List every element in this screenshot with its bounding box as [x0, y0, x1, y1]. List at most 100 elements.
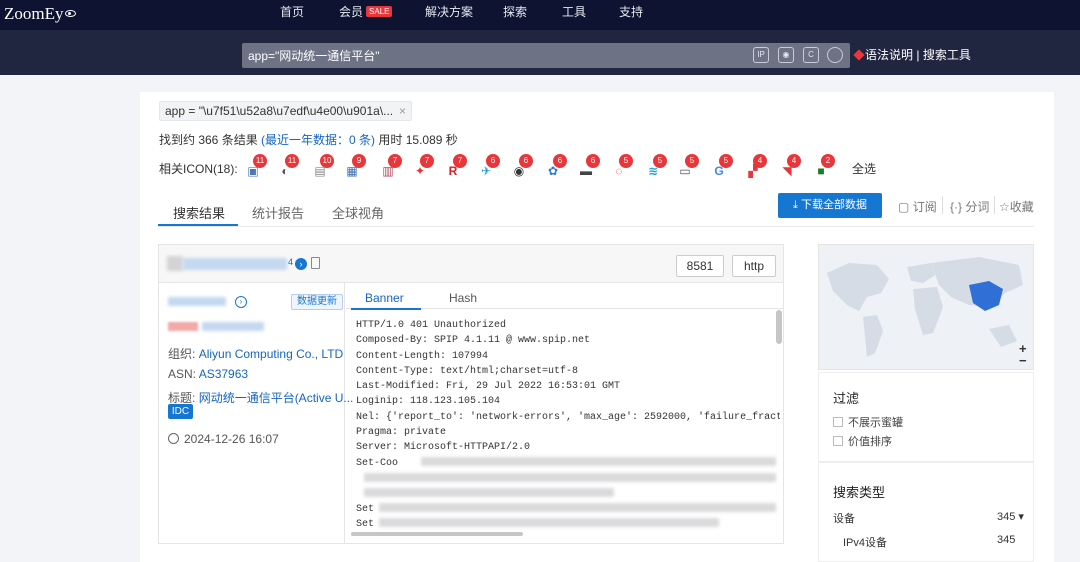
related-icon[interactable]: ◉ 6: [512, 154, 533, 178]
detail-tab-indicator: [351, 308, 421, 310]
banner-line: HTTP/1.0 401 Unauthorized: [356, 320, 507, 331]
query-tag[interactable]: app = "\u7f51\u52a8\u7edf\u4e00\u901a\..…: [159, 101, 412, 121]
tab-divider: [158, 226, 1034, 227]
icon-count-badge: 4: [753, 154, 767, 168]
world-map[interactable]: + −: [818, 244, 1034, 370]
search-icon[interactable]: [827, 47, 843, 63]
icon-count-badge: 11: [253, 154, 267, 168]
recent-year-link[interactable]: (最近一年数据：0 条): [261, 133, 375, 147]
related-icon[interactable]: ✿ 6: [546, 154, 567, 178]
banner-horizontal-scrollbar[interactable]: [351, 532, 523, 536]
copy-icon[interactable]: [311, 257, 320, 269]
segment-button[interactable]: {·} 分词: [950, 198, 989, 215]
redacted-cookie: [379, 503, 776, 512]
device-label[interactable]: 设备: [833, 510, 855, 526]
related-icon[interactable]: ▤ 10: [313, 154, 334, 178]
jump-icon[interactable]: ›: [295, 258, 307, 270]
related-icon[interactable]: ▭ 5: [678, 154, 699, 178]
redacted-ip[interactable]: [168, 297, 226, 306]
banner-line: Composed-By: SPIP 4.1.11 @ www.spip.net: [356, 335, 591, 347]
related-icon[interactable]: ▬ 6: [579, 154, 600, 178]
org-link[interactable]: Aliyun Computing Co., LTD: [199, 347, 344, 361]
title-link[interactable]: 网动统一通信平台(Active U...: [199, 391, 354, 405]
banner-vertical-scrollbar[interactable]: [776, 310, 782, 344]
subscribe-button[interactable]: ▢ 订阅: [898, 198, 937, 215]
ipv4-device-label[interactable]: IPv4设备: [843, 534, 887, 550]
syntax-link[interactable]: 语法说明: [865, 48, 913, 62]
ipv4-device-count: 345: [997, 534, 1016, 546]
related-icon[interactable]: R7: [446, 154, 467, 178]
idc-badge[interactable]: IDC: [168, 404, 193, 419]
nav-tools[interactable]: 工具: [562, 0, 586, 24]
divider: [994, 196, 995, 214]
world-map-graphic: [827, 257, 1023, 357]
nav-solutions[interactable]: 解决方案: [425, 0, 473, 24]
nav-member[interactable]: 会员 SALE: [339, 0, 393, 24]
related-icons-label: 相关ICON(18):: [159, 162, 238, 176]
pencil-icon: [853, 49, 865, 61]
image-search-icon[interactable]: ◉: [778, 47, 794, 63]
icon-count-badge: 5: [685, 154, 699, 168]
banner-line: Pragma: private: [356, 427, 447, 439]
download-all-button[interactable]: ⤓ 下载全部数据: [778, 193, 882, 218]
asn-link[interactable]: AS37963: [199, 367, 248, 381]
arrow-right-icon[interactable]: ›: [235, 296, 247, 308]
port-badge[interactable]: 8581: [676, 255, 724, 277]
nav-explore[interactable]: 探索: [503, 0, 527, 24]
favorite-button[interactable]: ☆收藏: [999, 198, 1034, 215]
nav-support[interactable]: 支持: [619, 0, 643, 24]
result-stats: 找到约 366 条结果 (最近一年数据：0 条) 用时 15.089 秒: [159, 133, 458, 147]
cert-search-icon[interactable]: C: [803, 47, 819, 63]
banner-line: Nel: {'report_to': 'network-errors', 'ma…: [356, 411, 780, 423]
org-row: 组织: Aliyun Computing Co., LTD: [168, 347, 344, 361]
related-icon[interactable]: ≋ 5: [646, 154, 667, 178]
tab-hash[interactable]: Hash: [449, 291, 477, 305]
related-icon[interactable]: ■ 2: [814, 154, 835, 178]
related-icon[interactable]: ▞ 4: [746, 154, 767, 178]
related-icon[interactable]: ✈ 6: [479, 154, 500, 178]
nav-home[interactable]: 首页: [280, 0, 304, 24]
icon-count-badge: 7: [453, 154, 467, 168]
related-icon[interactable]: ◐ 11: [278, 154, 299, 178]
related-icon[interactable]: ✦ 7: [413, 154, 434, 178]
banner-line: Server: Microsoft-HTTPAPI/2.0: [356, 442, 531, 454]
banner-line: Last-Modified: Fri, 29 Jul 2022 16:53:01…: [356, 381, 621, 393]
honeypot-checkbox[interactable]: 不展示蜜罐: [833, 414, 903, 430]
service-badge[interactable]: http: [732, 255, 776, 277]
icon-count-badge: 5: [619, 154, 633, 168]
select-all-button[interactable]: 全选: [852, 160, 876, 177]
icon-count-badge: 2: [821, 154, 835, 168]
zoom-out-button[interactable]: −: [1019, 353, 1027, 368]
search-input[interactable]: [242, 43, 742, 68]
search-type-panel: 搜索类型 设备 345 ▾ IPv4设备 345: [818, 462, 1034, 562]
brackets-icon: {·}: [950, 200, 963, 214]
ip-search-icon[interactable]: IP: [753, 47, 769, 63]
related-icon[interactable]: ▥ 7: [381, 154, 402, 178]
icon-count-badge: 6: [486, 154, 500, 168]
device-count[interactable]: 345 ▾: [997, 510, 1024, 523]
redacted-location: [202, 322, 264, 331]
value-sort-checkbox[interactable]: 价值排序: [833, 433, 892, 449]
tab-search-results[interactable]: 搜索结果: [173, 203, 225, 222]
redacted-cookie: [364, 473, 776, 482]
tab-global-view[interactable]: 全球视角: [332, 203, 384, 222]
related-icon[interactable]: ◥ 4: [780, 154, 801, 178]
related-icon[interactable]: ◌ 5: [612, 154, 633, 178]
search-tools-link[interactable]: 搜索工具: [923, 48, 971, 62]
search-box: IP ◉ C: [242, 43, 850, 68]
banner-line: Content-Type: text/html;charset=utf-8: [356, 365, 579, 377]
search-type-title: 搜索类型: [833, 485, 886, 500]
zoomeye-logo[interactable]: ZoomEy: [4, 4, 76, 24]
tab-banner[interactable]: Banner: [365, 291, 404, 305]
related-icon[interactable]: ▣ 11: [246, 154, 267, 178]
bookmark-icon: ▢: [898, 200, 910, 214]
top-navbar: ZoomEy 首页 会员 SALE 解决方案 探索 工具 支持: [0, 0, 1080, 30]
update-data-button[interactable]: 数据更新: [291, 294, 343, 310]
result-meta: › 数据更新 组织: Aliyun Computing Co., LTD ASN…: [159, 283, 353, 543]
flag-icon: [168, 322, 198, 331]
tab-stats-report[interactable]: 统计报告: [252, 203, 304, 222]
related-icon[interactable]: G5: [712, 154, 733, 178]
close-icon[interactable]: ×: [399, 102, 406, 120]
redacted-host[interactable]: [183, 258, 287, 270]
related-icon[interactable]: ▦ 9: [345, 154, 366, 178]
